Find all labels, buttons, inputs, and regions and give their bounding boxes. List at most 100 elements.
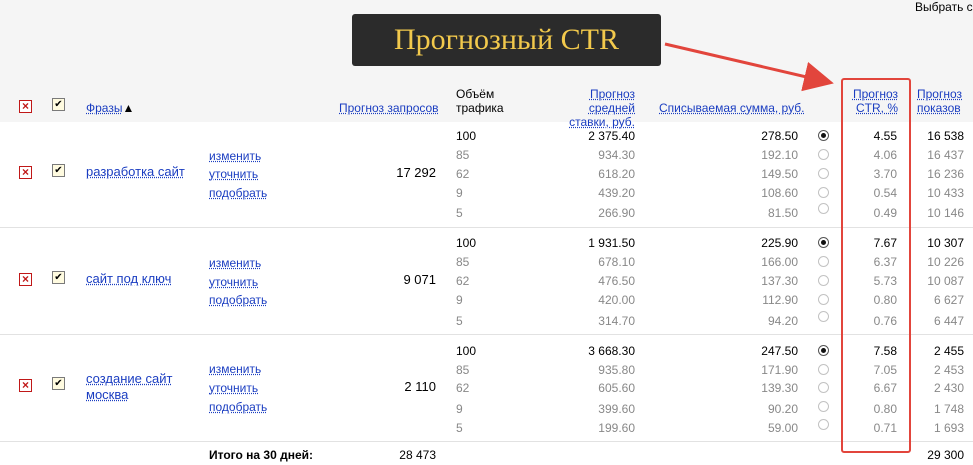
shows-value: 10 433 xyxy=(927,186,964,200)
traffic-value: 100 xyxy=(456,344,477,358)
bid-option-radio[interactable] xyxy=(818,294,829,305)
shows-value: 10 226 xyxy=(927,255,964,269)
phrase-line1[interactable]: разработка сайт xyxy=(86,164,185,180)
charge-value: 137.30 xyxy=(761,274,798,288)
col-shows-line1[interactable]: Прогноз xyxy=(917,87,962,101)
row-select-checkbox[interactable]: ✔ xyxy=(52,271,65,284)
traffic-value: 62 xyxy=(456,381,470,395)
shows-value: 10 146 xyxy=(927,206,964,220)
bid-option-radio[interactable] xyxy=(818,382,829,393)
totals-requests: 28 473 xyxy=(399,448,436,462)
bid-option-radio[interactable] xyxy=(818,256,829,267)
charge-value: 59.00 xyxy=(767,421,798,435)
charge-value: 112.90 xyxy=(762,293,798,307)
charge-value: 90.20 xyxy=(767,402,798,416)
col-phrases-header[interactable]: Фразы▲ xyxy=(86,101,134,115)
col-bid-line2[interactable]: ставки, руб. xyxy=(542,115,635,129)
col-bid-header[interactable]: Прогноз средней ставки, руб. xyxy=(542,87,635,129)
phrase-line1[interactable]: создание сайт xyxy=(86,371,172,387)
pick-link[interactable]: подобрать xyxy=(209,399,267,415)
bid-value: 605.60 xyxy=(598,381,635,395)
traffic-value: 9 xyxy=(456,293,463,307)
bid-option-radio[interactable] xyxy=(818,130,829,141)
change-link[interactable]: изменить xyxy=(209,148,261,164)
shows-value: 6 627 xyxy=(933,293,964,307)
bid-option-radio[interactable] xyxy=(818,168,829,179)
charge-value: 278.50 xyxy=(761,129,798,143)
traffic-value: 100 xyxy=(456,236,477,250)
shows-value: 10 087 xyxy=(927,274,964,288)
charge-value: 247.50 xyxy=(761,344,798,358)
header-delete-checkbox[interactable]: × xyxy=(19,100,32,113)
bid-value: 1 931.50 xyxy=(588,236,635,250)
bid-option-radio[interactable] xyxy=(818,149,829,160)
bid-value: 935.80 xyxy=(598,363,635,377)
charge-value: 108.60 xyxy=(761,186,798,200)
bid-option-radio[interactable] xyxy=(818,187,829,198)
phrase-link[interactable]: создание сайт москва xyxy=(86,371,172,403)
bid-option-radio[interactable] xyxy=(818,237,829,248)
bid-option-radio[interactable] xyxy=(818,311,829,322)
traffic-value: 62 xyxy=(456,167,470,181)
change-link[interactable]: изменить xyxy=(209,255,261,271)
col-traffic-header: Объём трафика xyxy=(456,87,504,115)
shows-value: 2 455 xyxy=(933,344,964,358)
header-select-all-checkbox[interactable]: ✔ xyxy=(52,98,65,111)
bid-value: 618.20 xyxy=(598,167,635,181)
bid-value: 476.50 xyxy=(598,274,635,288)
bid-option-radio[interactable] xyxy=(818,345,829,356)
bid-value: 266.90 xyxy=(598,206,635,220)
charge-value: 81.50 xyxy=(767,206,798,220)
traffic-value: 9 xyxy=(456,186,463,200)
bid-value: 3 668.30 xyxy=(588,344,635,358)
refine-link[interactable]: уточнить xyxy=(209,380,258,396)
row-delete-checkbox[interactable]: × xyxy=(19,273,32,286)
ctr-callout-label: Прогнозный CTR xyxy=(352,14,661,66)
pick-link[interactable]: подобрать xyxy=(209,292,267,308)
phrase-line2[interactable]: москва xyxy=(86,387,172,403)
row-delete-checkbox[interactable]: × xyxy=(19,379,32,392)
row-divider xyxy=(0,441,973,442)
bid-value: 439.20 xyxy=(598,186,635,200)
refine-link[interactable]: уточнить xyxy=(209,274,258,290)
row-select-checkbox[interactable]: ✔ xyxy=(52,164,65,177)
phrase-line1[interactable]: сайт под ключ xyxy=(86,271,171,287)
shows-value: 2 453 xyxy=(933,363,964,377)
select-link[interactable]: Выбрать с xyxy=(915,0,973,14)
phrase-link[interactable]: сайт под ключ xyxy=(86,271,171,287)
pick-link[interactable]: подобрать xyxy=(209,185,267,201)
charge-value: 139.30 xyxy=(761,381,798,395)
bid-option-radio[interactable] xyxy=(818,419,829,430)
bid-option-radio[interactable] xyxy=(818,364,829,375)
bid-value: 399.60 xyxy=(598,402,635,416)
col-shows-line2[interactable]: показов xyxy=(917,101,962,115)
row-divider xyxy=(0,227,973,228)
charge-value: 94.20 xyxy=(767,314,798,328)
phrase-link[interactable]: разработка сайт xyxy=(86,164,185,180)
traffic-value: 85 xyxy=(456,148,470,162)
bid-value: 2 375.40 xyxy=(588,129,635,143)
col-forecast-requests-header[interactable]: Прогноз запросов xyxy=(339,101,439,115)
shows-value: 2 430 xyxy=(933,381,964,395)
traffic-value: 5 xyxy=(456,206,463,220)
col-phrases-label[interactable]: Фразы xyxy=(86,101,122,115)
traffic-value: 5 xyxy=(456,421,463,435)
traffic-value: 9 xyxy=(456,402,463,416)
col-bid-line1[interactable]: Прогноз средней xyxy=(542,87,635,115)
bid-option-radio[interactable] xyxy=(818,401,829,412)
row-select-checkbox[interactable]: ✔ xyxy=(52,377,65,390)
row-delete-checkbox[interactable]: × xyxy=(19,166,32,179)
shows-value: 6 447 xyxy=(933,314,964,328)
bid-option-radio[interactable] xyxy=(818,275,829,286)
shows-value: 10 307 xyxy=(927,236,964,250)
charge-value: 171.90 xyxy=(761,363,798,377)
col-charge-header[interactable]: Списываемая сумма, руб. xyxy=(659,101,804,115)
shows-value: 1 748 xyxy=(933,402,964,416)
bid-value: 199.60 xyxy=(598,421,635,435)
change-link[interactable]: изменить xyxy=(209,361,261,377)
col-shows-header[interactable]: Прогноз показов xyxy=(917,87,962,115)
refine-link[interactable]: уточнить xyxy=(209,166,258,182)
traffic-value: 100 xyxy=(456,129,477,143)
bid-option-radio[interactable] xyxy=(818,203,829,214)
charge-value: 149.50 xyxy=(761,167,798,181)
